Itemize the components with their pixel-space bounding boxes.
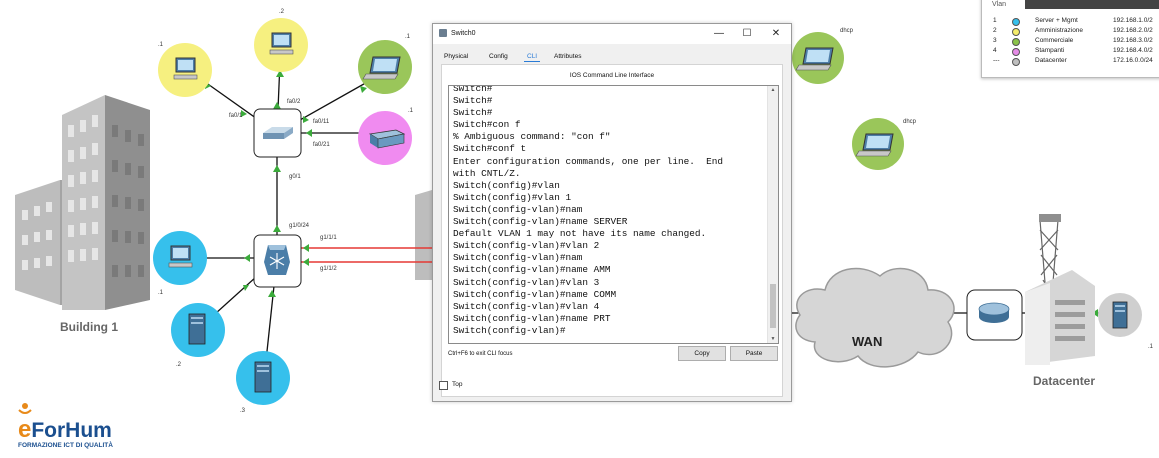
building-2-illustration [415,190,432,280]
building-1-illustration [15,95,150,310]
switch0-window: Switch0 — ☐ ✕ Physical Config CLI Attrib… [432,23,792,402]
pc-amministrazione-2[interactable] [254,18,308,72]
pc-amministrazione-1[interactable] [158,43,212,97]
close-button[interactable]: ✕ [766,26,786,42]
server-left[interactable] [171,303,225,357]
server-dc-label: .1 [1148,344,1154,350]
laptop-dhcp-2[interactable] [852,118,904,170]
logo-tagline: FORMAZIONE ICT DI QUALITÀ [18,442,113,449]
cli-console[interactable]: Switch# Switch# Switch# Switch#con f % A… [448,85,779,344]
pc-top-label: .2 [279,9,285,15]
logo-brand: eForHum [18,416,112,443]
vlan-color-dot [1012,18,1020,26]
legend-header-bar [1025,0,1159,9]
minimize-button[interactable]: — [709,26,729,42]
legend-header: Vlan [992,1,1007,8]
laptop-dhcp-1[interactable] [792,32,844,84]
cli-console-text[interactable]: Switch# Switch# Switch# Switch#con f % A… [453,86,765,337]
port-label-g1-0-24: g1/0/24 [289,223,310,229]
datacenter-illustration [1025,214,1095,365]
vlan-color-dot [1012,48,1020,56]
copy-button[interactable]: Copy [678,346,726,361]
tab-attributes[interactable]: Attributes [551,52,584,61]
top-checkbox-label: Top [452,381,463,388]
scrollbar-thumb[interactable] [770,284,776,328]
laptop-commerciale[interactable] [358,40,412,94]
wan-cloud[interactable] [795,267,955,368]
port-label-g0-1: g0/1 [289,174,301,180]
access-switch-icon[interactable] [253,108,302,158]
maximize-button[interactable]: ☐ [737,26,757,42]
multilayer-switch-icon[interactable] [253,234,302,288]
cli-panel-title: IOS Command Line Interface [569,72,655,79]
trunk-links [290,247,432,263]
server-bottom[interactable] [236,351,290,405]
scroll-down-icon[interactable]: ▼ [769,336,777,342]
port-label-fa0-2: fa0/2 [287,99,301,105]
legend-row: 2 Amministrazione 192.168.2.0/2 [993,27,1153,36]
vlan-legend: Vlan 1 Server + Mgmt 192.168.1.0/2 2 Amm… [981,0,1159,78]
cli-focus-hint: Ctrl+F6 to exit CLI focus [448,351,513,357]
server-datacenter[interactable] [1098,293,1142,337]
legend-row: 3 Commerciale 192.168.3.0/2 [993,37,1153,46]
legend-row: --- Datacenter 172.16.0.0/24 [993,57,1153,66]
port-label-g1-1-2: g1/1/2 [320,266,337,272]
scroll-up-icon[interactable]: ▲ [769,87,777,93]
server-bottom-label: .3 [240,408,246,414]
pc-mid-label: .1 [158,290,164,296]
printer-stampanti[interactable] [358,111,412,165]
router-icon[interactable] [966,289,1023,341]
server-left-label: .2 [176,362,182,368]
laptop-dhcp-1-label: dhcp [840,28,854,34]
laptop-dhcp-2-label: dhcp [903,119,917,125]
tab-physical[interactable]: Physical [441,52,471,61]
window-title: Switch0 [451,30,476,37]
tab-config[interactable]: Config [486,52,511,61]
wan-label: WAN [852,334,882,349]
tab-cli[interactable]: CLI [524,52,541,62]
building-1-label: Building 1 [60,320,118,334]
vlan-color-dot [1012,38,1020,46]
window-titlebar[interactable]: Switch0 — ☐ ✕ [433,24,791,44]
pc-server-mgmt[interactable] [153,231,207,285]
app-icon [439,29,447,37]
top-checkbox[interactable] [439,381,448,390]
legend-row: 1 Server + Mgmt 192.168.1.0/2 [993,17,1153,26]
port-label-fa0-21: fa0/21 [313,142,330,148]
vlan-color-dot [1012,28,1020,36]
paste-button[interactable]: Paste [730,346,778,361]
datacenter-label: Datacenter [1033,374,1095,388]
printer-label: .1 [408,108,414,114]
legend-row: 4 Stampanti 192.168.4.0/2 [993,47,1153,56]
console-scrollbar[interactable]: ▲ ▼ [767,86,778,343]
port-label-g1-1-1: g1/1/1 [320,235,337,241]
port-label-fa0-1: fa0/1 [229,113,243,119]
cli-panel: IOS Command Line Interface Switch# Switc… [441,64,783,397]
pc-left-label: .1 [158,42,164,48]
port-label-fa0-11: fa0/11 [313,119,330,125]
vlan-color-dot [1012,58,1020,66]
laptop-right-label: .1 [405,34,411,40]
